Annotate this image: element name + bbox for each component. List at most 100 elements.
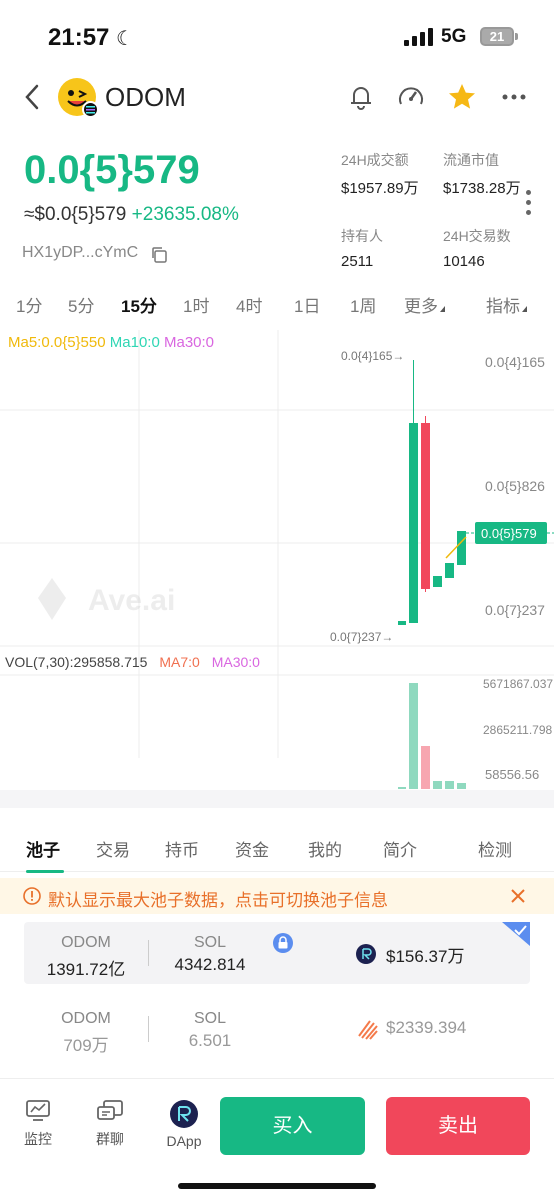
ma5-label: Ma5:0.0{5}550 [8,334,106,351]
tab-trades[interactable]: 交易 [96,836,130,861]
nav-monitor[interactable]: 监控 [8,1099,68,1149]
pool-liquidity: $156.37万 [386,947,465,966]
raydium-icon [356,944,376,964]
interval-1h[interactable]: 1时 [183,292,209,317]
vol-ma30-label: MA30:0 [211,654,260,670]
moon-icon: ☾ [116,28,134,50]
tab-funds[interactable]: 资金 [235,836,269,861]
pool-token-b: SOL 6.501 [188,1010,232,1050]
notice-text: 默认显示最大池子数据，点击可切换池子信息 [48,891,388,910]
current-price-label: 0.0{5}579 [481,526,537,541]
lock-icon [273,933,293,953]
home-indicator [178,1183,376,1189]
solana-badge-icon [82,101,99,118]
tab-check[interactable]: 检测 [478,836,512,861]
vol-tick-mid: 2865211.798 [483,723,553,737]
candle [398,621,406,625]
vertical-more-icon[interactable] [526,190,532,218]
more-icon[interactable] [500,82,530,112]
interval-4h[interactable]: 4时 [236,292,262,317]
interval-15m[interactable]: 15分 [121,292,157,317]
candlestick-chart[interactable]: Ave.ai 0.0{4}165 0.0{5}826 0.0{7}237 0.0… [0,330,554,790]
token-name: ODOM [105,82,186,112]
meteora-icon [358,1020,378,1040]
interval-more[interactable]: 更多 [404,292,445,317]
active-tab-underline [26,870,64,873]
chart-grid [0,330,554,758]
nav-dapp[interactable]: DApp [154,1099,214,1149]
high-annotation: 0.0{4}165→ [341,349,404,363]
network-type: 5G [441,26,467,47]
contract-address: HX1yDP...cYmC [22,244,139,261]
candle [409,423,418,623]
token-header: ODOM [0,70,554,126]
copy-icon[interactable] [150,246,168,264]
pool-token-b: SOL 4342.814 [174,934,246,974]
status-time: 21:57 [48,24,110,51]
interval-5m[interactable]: 5分 [68,292,94,317]
stat-holders: 持有人 2511 [341,228,383,270]
tab-pool[interactable]: 池子 [26,836,60,861]
pool-notice-banner[interactable]: 默认显示最大池子数据，点击可切换池子信息 [0,878,554,914]
price-tick-low: 0.0{7}237 [485,602,545,618]
interval-1w[interactable]: 1周 [350,292,376,317]
pool-token-a: ODOM 1391.72亿 [46,934,126,979]
ave-watermark: Ave.ai [38,578,175,620]
volume-bar [398,787,406,789]
volume-bar [409,683,418,789]
nav-group-chat[interactable]: 群聊 [80,1099,140,1149]
bell-icon[interactable] [346,82,376,112]
pool-row[interactable]: ODOM 1391.72亿 SOL 4342.814 $156.37万 [24,922,530,984]
monitor-icon [26,1100,50,1121]
tab-holders[interactable]: 持币 [165,836,199,861]
stat-24h-trades: 24H交易数 10146 [443,228,511,270]
price-change: +23635.08% [131,204,239,225]
price-usd: ≈$0.0{5}579 [24,204,127,225]
buy-button[interactable]: 买入 [220,1097,365,1155]
tab-mine[interactable]: 我的 [308,836,342,861]
status-bar: 21:57 ☾ 5G 21 [0,0,554,70]
token-logo [58,78,99,118]
back-arrow-icon[interactable] [20,82,44,112]
interval-1m[interactable]: 1分 [16,292,42,317]
stat-market-cap: 流通市值 $1738.28万 [443,152,521,197]
candle [457,531,466,565]
sell-button[interactable]: 卖出 [386,1097,530,1155]
tab-intro[interactable]: 简介 [383,836,417,861]
low-annotation: 0.0{7}237→ [330,630,393,644]
battery-icon: 21 [480,27,514,46]
ma-legend: Ma5:0.0{5}550 Ma10:0 Ma30:0 [8,334,214,351]
dropdown-triangle-icon [440,306,445,312]
ma10-label: Ma10:0 [109,334,160,351]
interval-tabs: 1分 5分 15分 1时 4时 1日 1周 更多 指标 [0,288,554,318]
interval-1d[interactable]: 1日 [294,292,320,317]
price-usd-row: ≈$0.0{5}579 +23635.08% [24,204,239,226]
pool-token-a: ODOM 709万 [61,1010,111,1055]
bottom-action-bar: 监控 群聊 DApp 买入 卖出 [0,1078,554,1200]
indicator-menu[interactable]: 指标 [486,292,527,317]
star-icon[interactable] [447,82,477,112]
volume-bars [398,683,466,789]
close-icon[interactable] [508,886,528,906]
volume-bar [457,783,466,789]
ma30-label: Ma30:0 [163,334,215,351]
current-price: 0.0{5}579 [24,148,200,192]
candle [445,563,454,578]
pool-row[interactable]: ODOM 709万 SOL 6.501 $2339.394 [24,998,530,1060]
volume-bar [445,781,454,789]
price-tick-mid: 0.0{5}826 [485,478,545,494]
signal-icon [404,28,434,46]
speedometer-icon[interactable] [396,82,426,112]
warning-icon [23,887,41,905]
candle [421,423,430,589]
dropdown-triangle-icon [522,306,527,312]
section-divider [0,790,554,808]
candle [433,576,442,587]
stat-24h-volume: 24H成交额 $1957.89万 [341,152,419,197]
raydium-icon [170,1100,198,1128]
pool-liquidity: $2339.394 [386,1018,467,1037]
volume-legend: VOL(7,30):295858.715 MA7:0 MA30:0 [5,654,260,670]
candles [398,360,467,625]
vol-label: VOL(7,30):295858.715 [5,654,148,670]
vol-ma7-label: MA7:0 [159,654,200,670]
